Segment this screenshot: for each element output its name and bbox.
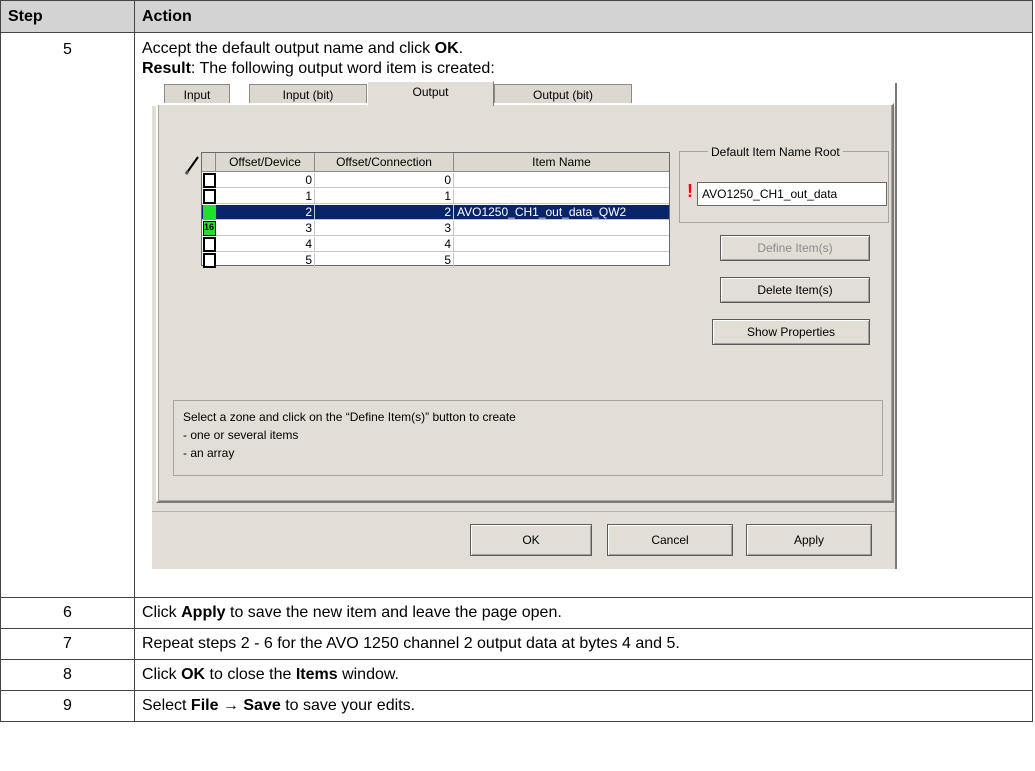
- offset-device-cell: 1: [216, 189, 315, 204]
- action-cell: Select File → Save to save your edits.: [134, 690, 1033, 722]
- result-label: Result: [142, 60, 191, 77]
- action-text: .: [458, 40, 464, 57]
- grid-header-item-name[interactable]: Item Name: [454, 153, 669, 172]
- action-cell: Accept the default output name and click…: [134, 32, 1033, 598]
- item-name-cell: [454, 221, 671, 236]
- item-name-cell: [454, 237, 671, 252]
- step-number: 6: [0, 597, 135, 629]
- table-row: 8 Click OK to close the Items window.: [0, 659, 1033, 691]
- action-bold: Apply: [181, 604, 226, 621]
- step-number: 8: [0, 659, 135, 691]
- action-text: to close the: [205, 666, 296, 683]
- zone-marker: [203, 189, 216, 204]
- items-dialog-screenshot: Input Input (bit) Output Output (bit) Of…: [145, 81, 900, 569]
- grid-corner: [202, 153, 216, 172]
- pencil-icon: [184, 156, 199, 175]
- offset-device-cell: 4: [216, 237, 315, 252]
- action-text: window.: [337, 666, 399, 683]
- table-row: 9 Select File → Save to save your edits.: [0, 690, 1033, 722]
- default-item-name-root-label: Default Item Name Root: [708, 145, 843, 159]
- default-item-name-root-group: Default Item Name Root ! AVO1250_CH1_out…: [679, 145, 889, 223]
- define-items-button[interactable]: Define Item(s): [720, 235, 870, 261]
- steps-table: Step Action 5 Accept the default output …: [0, 0, 1033, 722]
- action-bold: Items: [295, 666, 338, 683]
- step-number: 9: [0, 690, 135, 722]
- instructions-line: - one or several items: [183, 428, 299, 442]
- action-bold: File → Save: [190, 697, 281, 714]
- action-text: Click: [142, 604, 182, 621]
- table-row: 5 Accept the default output name and cli…: [0, 32, 1033, 598]
- item-name-cell: [454, 189, 671, 204]
- action-bold: OK: [181, 666, 206, 683]
- delete-items-button[interactable]: Delete Item(s): [720, 277, 870, 303]
- grid-row[interactable]: 16 3 3: [202, 221, 669, 236]
- offset-device-cell: 2: [216, 205, 315, 220]
- offset-connection-cell: 3: [315, 221, 454, 236]
- step-column-header: Step: [0, 0, 135, 33]
- step-number: 5: [0, 32, 135, 598]
- items-grid[interactable]: Offset/Device Offset/Connection Item Nam…: [201, 152, 670, 268]
- action-text: to save the new item and leave the page …: [225, 604, 562, 621]
- offset-connection-cell: 4: [315, 237, 454, 252]
- cancel-button[interactable]: Cancel: [607, 524, 733, 556]
- grid-row[interactable]: 1 1: [202, 189, 669, 204]
- action-line: Accept the default output name and click…: [142, 39, 1025, 59]
- ok-button[interactable]: OK: [470, 524, 592, 556]
- grid-row-selected[interactable]: 2 2 AVO1250_CH1_out_data_QW2: [202, 205, 669, 220]
- grid-row[interactable]: 0 0: [202, 173, 669, 188]
- action-text: Accept the default output name and click: [142, 40, 435, 57]
- table-row: 7 Repeat steps 2 - 6 for the AVO 1250 ch…: [0, 628, 1033, 660]
- grid-header-offset-device[interactable]: Offset/Device: [216, 153, 315, 172]
- grid-header: Offset/Device Offset/Connection Item Nam…: [202, 153, 669, 173]
- default-item-name-input[interactable]: AVO1250_CH1_out_data: [697, 182, 887, 206]
- step-number: 7: [0, 628, 135, 660]
- zone-marker: [203, 173, 216, 188]
- zone-marker: [203, 237, 216, 252]
- offset-connection-cell: 1: [315, 189, 454, 204]
- grid-row[interactable]: 4 4: [202, 237, 669, 252]
- zone-marker-selected: [203, 205, 216, 220]
- action-text: to save your edits.: [280, 697, 416, 714]
- show-properties-button[interactable]: Show Properties: [712, 319, 870, 345]
- item-name-cell: AVO1250_CH1_out_data_QW2: [457, 205, 627, 219]
- action-text: Select: [142, 697, 191, 714]
- result-text: : The following output word item is crea…: [190, 60, 495, 77]
- instructions-line: - an array: [183, 446, 235, 460]
- grid-header-offset-connection[interactable]: Offset/Connection: [315, 153, 454, 172]
- instructions-box: Select a zone and click on the “Define I…: [173, 400, 883, 476]
- zone-marker: [203, 253, 216, 268]
- grid-row[interactable]: 5 5: [202, 253, 669, 268]
- offset-connection-cell: 0: [315, 173, 454, 188]
- dialog-button-bar: OK Cancel Apply: [152, 511, 895, 569]
- offset-device-cell: 3: [216, 221, 315, 236]
- offset-device-cell: 5: [216, 253, 315, 268]
- action-bold: OK: [434, 40, 459, 57]
- zone-marker-16: 16: [203, 221, 216, 236]
- tab-panel: Offset/Device Offset/Connection Item Nam…: [156, 103, 894, 503]
- warning-icon: !: [687, 181, 693, 201]
- tab-output[interactable]: Output: [367, 81, 494, 106]
- result-line: Result: The following output word item i…: [142, 59, 1025, 79]
- table-header-row: Step Action: [0, 0, 1033, 33]
- apply-button[interactable]: Apply: [746, 524, 872, 556]
- offset-connection-cell: 5: [315, 253, 454, 268]
- instructions-line: Select a zone and click on the “Define I…: [183, 410, 516, 424]
- item-name-cell: [454, 173, 671, 188]
- table-row: 6 Click Apply to save the new item and l…: [0, 597, 1033, 629]
- action-cell: Click OK to close the Items window.: [134, 659, 1033, 691]
- dialog-frame: Input Input (bit) Output Output (bit) Of…: [152, 81, 897, 569]
- offset-device-cell: 0: [216, 173, 315, 188]
- item-name-cell: [454, 253, 671, 268]
- action-cell: Click Apply to save the new item and lea…: [134, 597, 1033, 629]
- action-column-header: Action: [134, 0, 1033, 33]
- action-text: Click: [142, 666, 182, 683]
- offset-connection-cell: 2: [315, 205, 454, 220]
- action-cell: Repeat steps 2 - 6 for the AVO 1250 chan…: [134, 628, 1033, 660]
